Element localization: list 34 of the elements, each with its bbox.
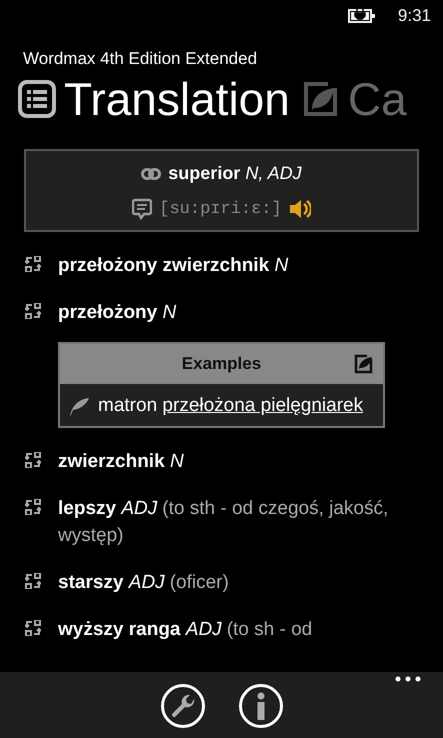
battery-charging-icon: [348, 8, 376, 24]
example-sentence: matron przełożona pielęgniarek: [98, 394, 364, 418]
settings-button[interactable]: [160, 684, 204, 728]
swap-icon: [25, 303, 41, 319]
info-icon: [256, 692, 266, 720]
feather-icon: [302, 80, 340, 118]
speaker-icon[interactable]: [288, 199, 311, 219]
translation-entry[interactable]: przełożony zwierzchnik N: [58, 252, 288, 279]
translation-entry[interactable]: zwierzchnik N: [58, 448, 184, 475]
more-icon[interactable]: [395, 676, 421, 682]
translation-entry[interactable]: lepszy ADJ (to sth - od czegoś, jakość, występ): [58, 495, 423, 549]
wrench-icon: [170, 693, 196, 719]
edit-icon[interactable]: [354, 354, 374, 374]
list-icon: [18, 80, 56, 118]
translation-entry[interactable]: wyższy ranga ADJ (to sh - od: [58, 616, 312, 643]
swap-icon: [25, 499, 41, 515]
translation-entry[interactable]: starszy ADJ (oficer): [58, 569, 229, 596]
examples-title: Examples: [182, 354, 262, 374]
swap-icon: [25, 620, 41, 636]
pivot-tab[interactable]: Translation: [64, 71, 290, 127]
transcription: [su:pɪri:ɛ:]: [159, 200, 282, 218]
swap-icon: [25, 573, 41, 589]
feather-icon: [68, 396, 90, 418]
swap-icon: [25, 452, 41, 468]
swap-icon: [25, 256, 41, 272]
speech-bubble-icon: [132, 198, 152, 220]
link-icon: [141, 168, 162, 180]
example-link[interactable]: przełożona pielęgniarek: [162, 395, 364, 416]
headword: superior N, ADJ: [168, 163, 302, 184]
info-button[interactable]: [238, 684, 282, 728]
translation-entry[interactable]: przełożony N: [58, 299, 176, 326]
pivot-tab[interactable]: Ca: [348, 71, 407, 127]
app-title: Wordmax 4th Edition Extended: [22, 48, 258, 69]
clock-time: 9:31: [398, 6, 431, 26]
